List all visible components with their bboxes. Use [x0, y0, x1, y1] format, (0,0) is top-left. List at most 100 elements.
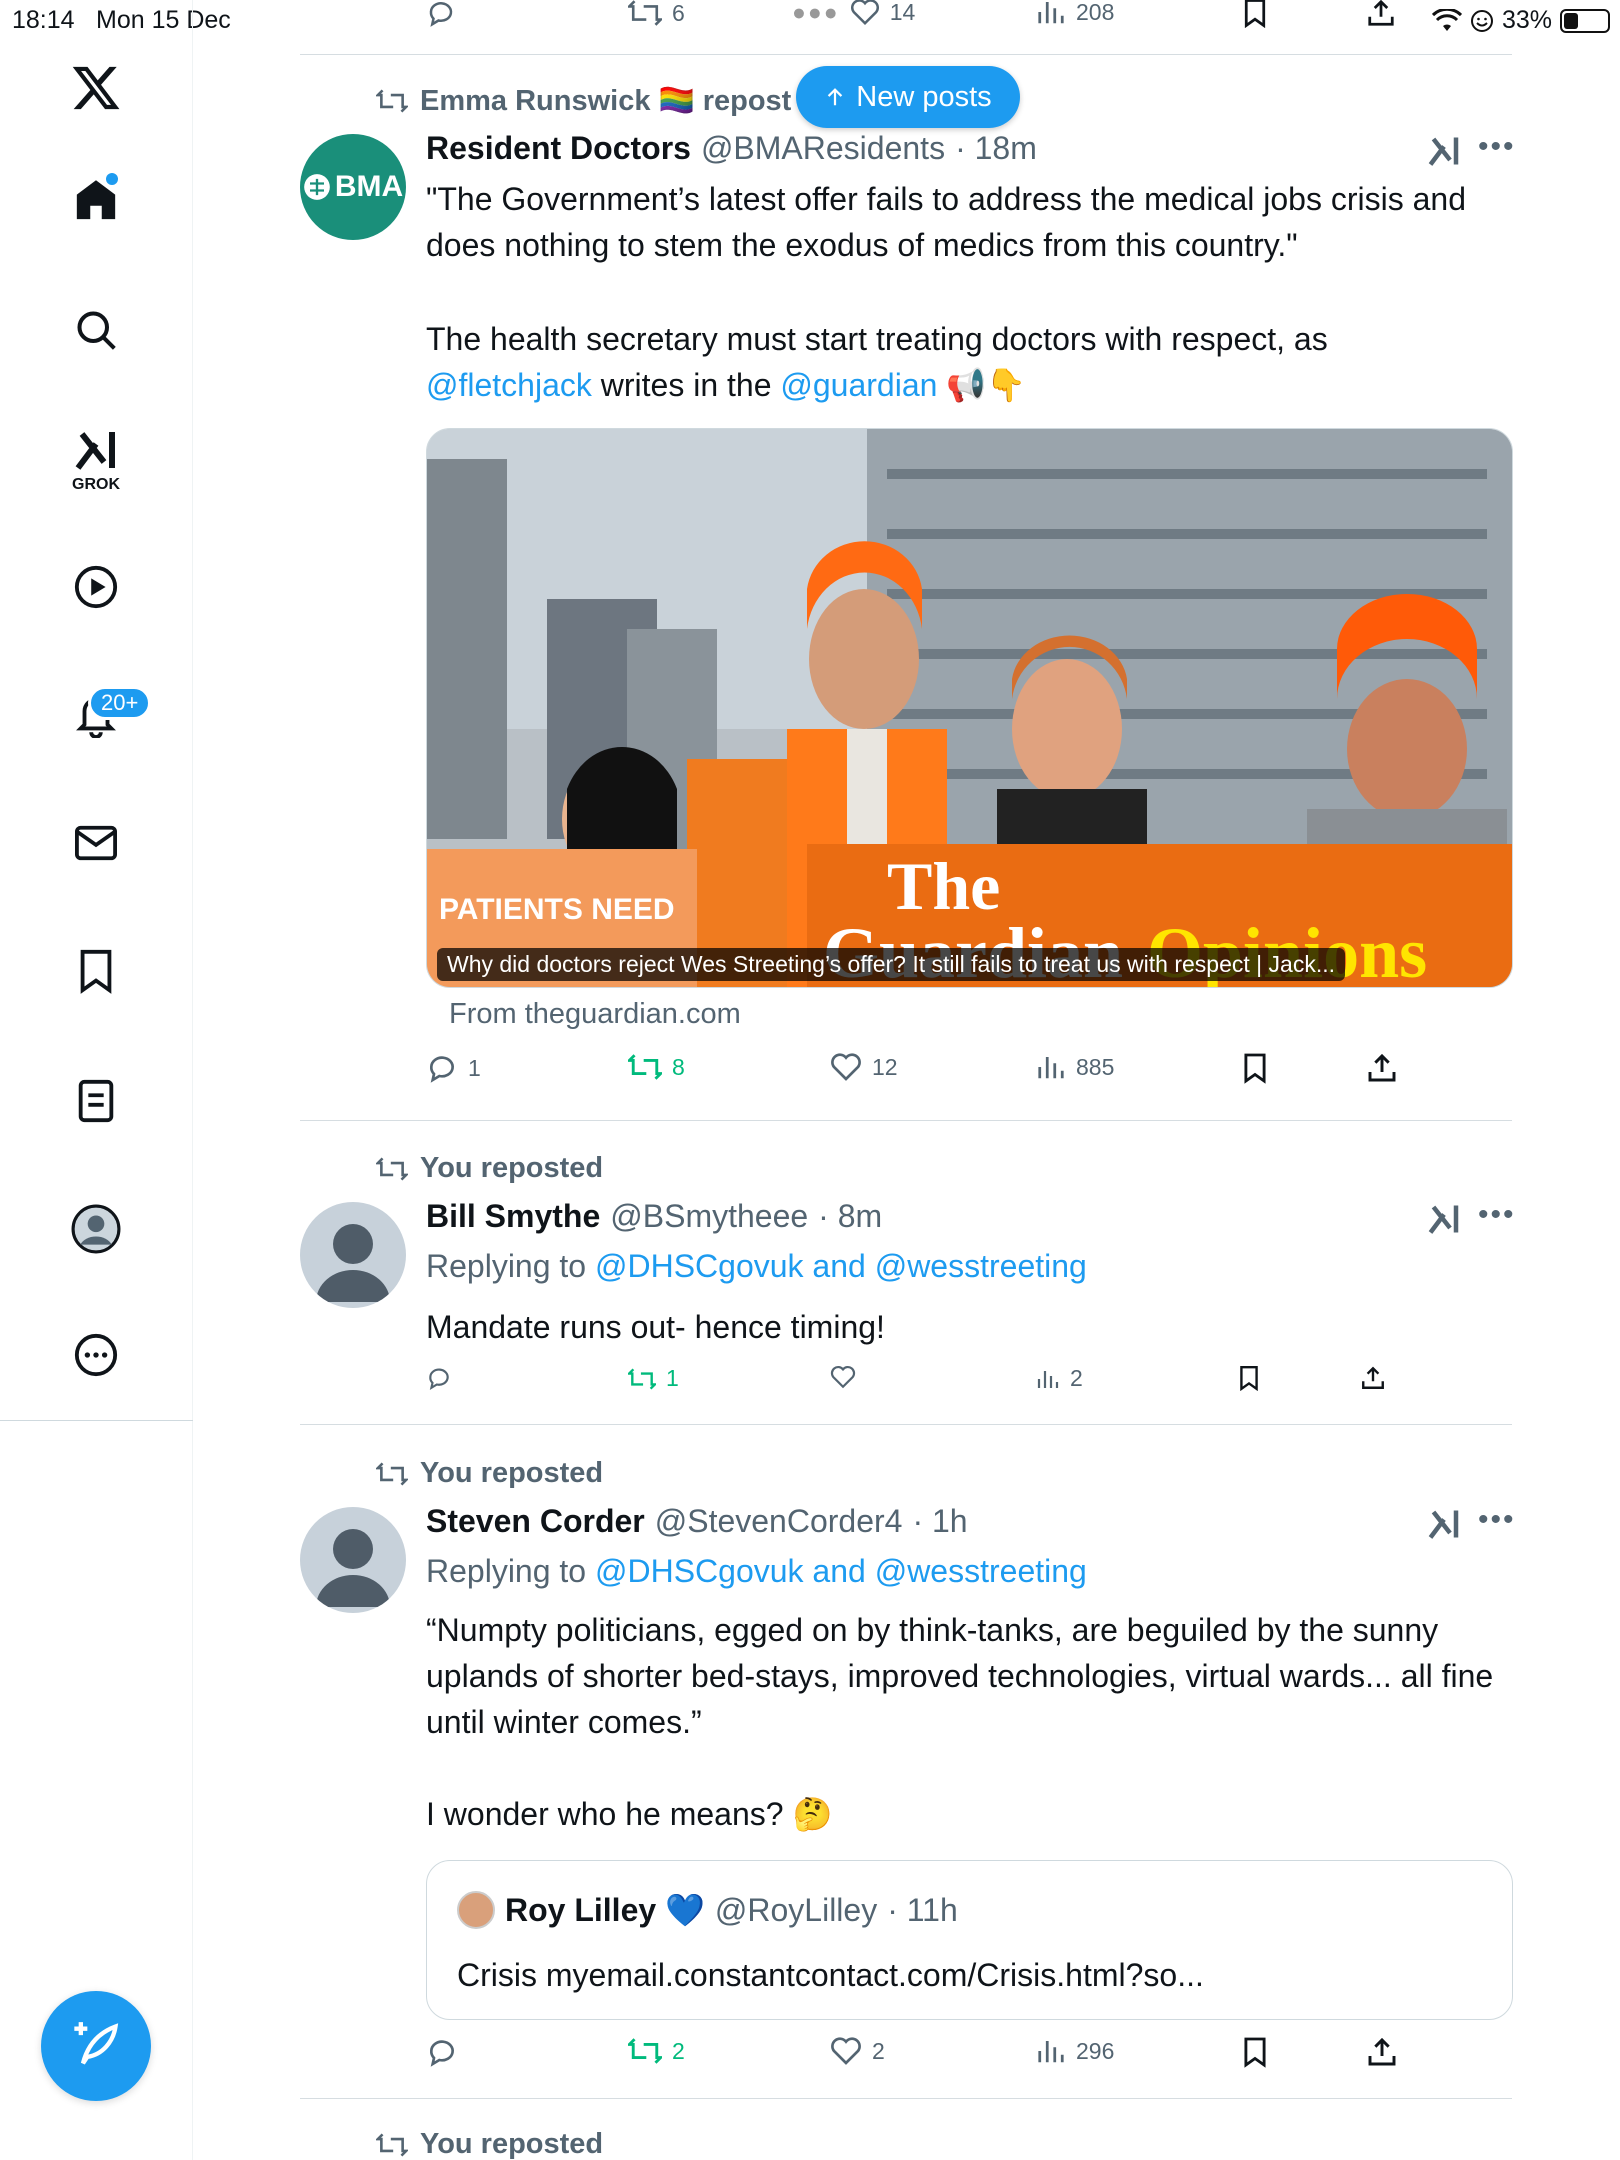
reply-button[interactable] — [426, 1365, 452, 1391]
repost-context-label[interactable]: You reposted — [420, 1152, 603, 1185]
quoted-post[interactable]: Roy Lilley 💙 @RoyLilley · 11h Crisis mye… — [426, 1860, 1513, 2020]
bma-logo-icon — [303, 174, 330, 200]
views-button[interactable]: 208 — [1036, 0, 1114, 26]
more-icon[interactable]: ••• — [1478, 130, 1516, 164]
sidebar-item-messages[interactable] — [73, 822, 119, 864]
share-button[interactable] — [1366, 2036, 1398, 2068]
views-count: 2 — [1070, 1365, 1083, 1391]
post-header: Steven Corder @StevenCorder4 · 1h — [426, 1503, 968, 1540]
avatar[interactable]: BMA — [300, 134, 406, 240]
author-handle[interactable]: @StevenCorder4 — [655, 1503, 903, 1540]
new-posts-button[interactable]: New posts — [796, 66, 1020, 128]
grok-icon[interactable] — [1425, 1506, 1463, 1542]
share-button[interactable] — [1360, 1365, 1386, 1391]
sidebar-item-search[interactable] — [74, 308, 118, 352]
bookmark-button[interactable] — [1238, 1365, 1260, 1391]
post-actions: 2 2 296 — [426, 2036, 1426, 2076]
sidebar-item-profile[interactable] — [71, 1204, 121, 1254]
author-handle[interactable]: @BMAResidents — [701, 130, 945, 167]
mention-link[interactable]: @fletchjack — [426, 367, 592, 403]
bookmark-icon — [1244, 2037, 1266, 2068]
views-button[interactable]: 885 — [1036, 1052, 1114, 1082]
sidebar-item-video[interactable] — [73, 564, 119, 610]
like-button[interactable] — [830, 1365, 856, 1389]
x-logo-icon — [72, 66, 120, 110]
post-divider — [300, 54, 1512, 55]
replying-to-link[interactable]: @DHSCgovuk and @wesstreeting — [595, 1553, 1087, 1589]
repost-context-label[interactable]: You reposted — [420, 1457, 603, 1490]
reply-button[interactable] — [426, 2036, 458, 2068]
search-icon — [77, 311, 116, 350]
prev-post-actions: 6 ●●● 14 208 — [426, 0, 1426, 38]
repost-button[interactable]: 8 — [628, 1052, 685, 1082]
repost-context-label[interactable]: Emma Runswick 🏳️‍🌈 repost — [420, 84, 791, 118]
link-card-source[interactable]: From theguardian.com — [449, 998, 741, 1031]
post-header: Resident Doctors @BMAResidents · 18m — [426, 130, 1037, 167]
reply-button[interactable] — [426, 0, 456, 28]
repost-button[interactable]: 6 — [628, 0, 685, 28]
quoted-author-handle: @RoyLilley — [714, 1891, 878, 1928]
repost-button[interactable]: 2 — [628, 2036, 685, 2066]
wifi-icon — [1431, 8, 1462, 31]
repost-icon — [628, 1367, 656, 1390]
sidebar-item-bookmarks[interactable] — [76, 948, 116, 994]
like-count: 12 — [872, 1053, 898, 1080]
repost-context: Emma Runswick 🏳️‍🌈 repost — [376, 84, 791, 118]
x-logo[interactable] — [69, 62, 123, 114]
share-icon — [1368, 1053, 1396, 1082]
post-actions: 1 2 — [426, 1365, 1426, 1405]
guardian-photo: PATIENTS NEED The Guardian Opinions — [427, 429, 1512, 987]
author-name[interactable]: Resident Doctors — [426, 130, 691, 167]
quoted-post-header: Roy Lilley 💙 @RoyLilley · 11h — [457, 1891, 958, 1929]
mention-link[interactable]: @guardian — [780, 367, 937, 403]
profile-avatar-icon — [71, 1204, 121, 1254]
like-button[interactable]: ●●● 14 — [792, 0, 915, 26]
repost-icon — [628, 2038, 662, 2064]
home-unread-dot — [106, 173, 118, 185]
post-header: Bill Smythe @BSmytheee · 8m — [426, 1198, 882, 1235]
repost-button[interactable]: 1 — [628, 1365, 679, 1392]
more-circle-icon — [74, 1333, 118, 1377]
sidebar-item-more[interactable] — [73, 1332, 119, 1378]
share-button[interactable] — [1366, 0, 1396, 28]
author-name[interactable]: Bill Smythe — [426, 1198, 600, 1235]
views-button[interactable]: 296 — [1036, 2036, 1114, 2066]
compose-button[interactable] — [41, 1991, 151, 2101]
replying-to-link[interactable]: @DHSCgovuk and @wesstreeting — [595, 1248, 1087, 1284]
grok-icon[interactable] — [1425, 133, 1463, 169]
avatar[interactable] — [300, 1507, 406, 1613]
grok-icon[interactable] — [1425, 1201, 1463, 1237]
notifications-badge: 20+ — [88, 686, 152, 720]
bookmark-button[interactable] — [1242, 1052, 1268, 1084]
heart-icon — [850, 0, 879, 26]
like-button[interactable]: 2 — [830, 2036, 885, 2066]
views-button[interactable]: 2 — [1036, 1365, 1083, 1392]
sidebar-divider — [0, 1420, 193, 1421]
author-name[interactable]: Steven Corder — [426, 1503, 645, 1540]
repost-context-label[interactable]: You reposted — [420, 2128, 603, 2160]
post-time[interactable]: · 8m — [818, 1198, 882, 1235]
post-time[interactable]: · 18m — [955, 130, 1037, 167]
more-icon[interactable]: ••• — [1478, 1198, 1516, 1232]
reply-button[interactable]: 1 — [426, 1052, 481, 1084]
sidebar-item-grok[interactable]: GROK — [72, 426, 120, 494]
author-handle[interactable]: @BSmytheee — [610, 1198, 808, 1235]
default-avatar-icon — [316, 1529, 390, 1607]
heart-icon — [831, 2037, 861, 2065]
sidebar-item-lists[interactable] — [76, 1078, 116, 1124]
link-card-image[interactable]: PATIENTS NEED The Guardian Opinions Why … — [426, 428, 1513, 988]
bookmark-button[interactable] — [1242, 2036, 1268, 2068]
more-icon[interactable]: ••• — [1478, 1503, 1516, 1537]
avatar[interactable] — [300, 1202, 406, 1308]
like-button[interactable]: 12 — [830, 1052, 898, 1082]
post-time[interactable]: · 1h — [912, 1503, 967, 1540]
views-count: 296 — [1076, 2037, 1115, 2064]
grok-icon — [75, 432, 115, 470]
list-icon — [78, 1079, 114, 1123]
views-count: 885 — [1076, 1053, 1115, 1080]
arrow-up-icon — [828, 88, 843, 106]
bookmark-button[interactable] — [1242, 0, 1268, 28]
share-button[interactable] — [1366, 1052, 1398, 1084]
focus-icon — [1470, 9, 1493, 32]
bookmark-icon — [1240, 1365, 1258, 1391]
